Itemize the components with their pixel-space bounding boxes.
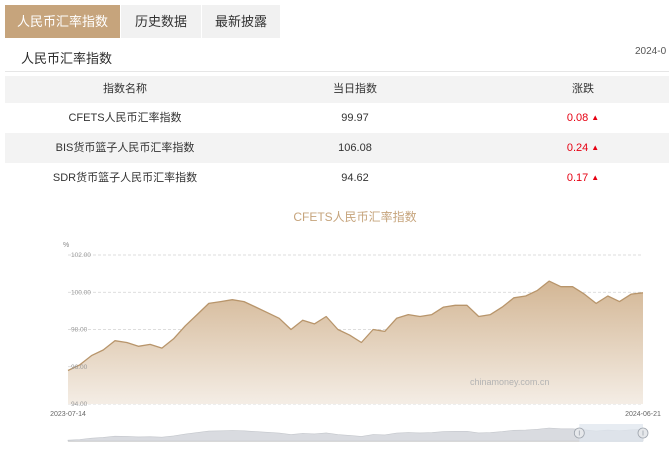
table-row: CFETS人民币汇率指数 99.97 0.08 ▲ xyxy=(5,103,669,133)
section-title: 人民币汇率指数 xyxy=(21,51,113,66)
navigator-selected-window[interactable] xyxy=(579,424,643,442)
index-value: 99.97 xyxy=(341,112,369,124)
index-change: 0.24 ▲ xyxy=(465,133,669,164)
y-tick-label: 98.00 xyxy=(71,327,88,334)
index-name: BIS货币篮子人民币汇率指数 xyxy=(55,142,195,154)
table-header: 指数名称 当日指数 涨跌 xyxy=(5,76,669,103)
table-row: BIS货币篮子人民币汇率指数 106.08 0.24 ▲ xyxy=(5,133,669,163)
change-value: 0.08 xyxy=(566,112,589,124)
tab-latest-disclosure[interactable]: 最新披露 xyxy=(202,5,280,38)
navigator[interactable] xyxy=(67,424,649,442)
y-tick-label: 96.00 xyxy=(71,364,88,371)
change-value: 0.17 xyxy=(566,172,589,184)
chart-title: CFETS人民币汇率指数 xyxy=(293,209,416,224)
index-name: CFETS人民币汇率指数 xyxy=(68,112,182,124)
index-name: SDR货币篮子人民币汇率指数 xyxy=(52,172,198,184)
index-change: 0.08 ▲ xyxy=(465,103,669,134)
y-axis-unit-label: % xyxy=(63,242,69,249)
index-table: 指数名称 当日指数 涨跌 CFETS人民币汇率指数 99.97 0.08 ▲ BI… xyxy=(5,76,669,193)
up-triangle-icon: ▲ xyxy=(591,143,600,152)
watermark-text: chinamoney.com.cn xyxy=(470,377,549,387)
up-triangle-icon: ▲ xyxy=(591,113,600,122)
header-change: 涨跌 xyxy=(572,83,594,95)
header-today-index: 当日指数 xyxy=(333,83,377,95)
chart-svg: CFETS人民币汇率指数 % 94.00 96.00 98.00 100.00 102.… xyxy=(50,209,661,442)
change-value: 0.24 xyxy=(566,142,589,154)
x-tick-label: 2024-06-21 xyxy=(625,411,661,418)
series-area xyxy=(68,281,643,404)
header-index-name: 指数名称 xyxy=(103,83,147,95)
up-triangle-icon: ▲ xyxy=(591,173,600,182)
section-header: 人民币汇率指数 2024-0 xyxy=(5,39,669,72)
navigator-right-handle[interactable] xyxy=(637,427,649,439)
navigator-left-handle[interactable] xyxy=(573,427,585,439)
tab-historical-data[interactable]: 历史数据 xyxy=(121,5,201,38)
tab-bar: 人民币汇率指数 历史数据 最新披露 xyxy=(5,5,281,38)
index-value: 94.62 xyxy=(341,172,369,184)
index-value: 106.08 xyxy=(338,142,372,154)
y-tick-label: 100.00 xyxy=(71,289,91,296)
chart-panel: CFETS人民币汇率指数 % 94.00 96.00 98.00 100.00 102.… xyxy=(0,200,669,460)
y-tick-label: 94.00 xyxy=(71,401,88,408)
y-tick-label: 102.00 xyxy=(71,252,91,259)
tab-rmb-exchange-rate-index[interactable]: 人民币汇率指数 xyxy=(5,5,120,38)
table-row: SDR货币篮子人民币汇率指数 94.62 0.17 ▲ xyxy=(5,163,669,193)
x-tick-label: 2023-07-14 xyxy=(50,411,86,418)
navigator-mini-area xyxy=(67,427,644,442)
index-change: 0.17 ▲ xyxy=(465,163,669,193)
section-date: 2024-0 xyxy=(635,46,667,57)
